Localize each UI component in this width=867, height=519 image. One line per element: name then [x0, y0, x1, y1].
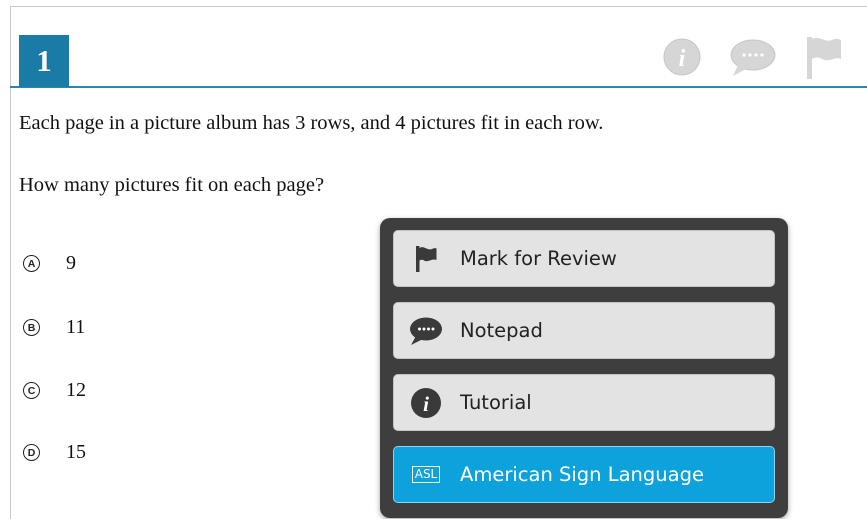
info-icon[interactable]: i	[662, 33, 702, 81]
asl-icon: ASL	[408, 457, 444, 493]
option-c-bubble[interactable]: C	[23, 382, 40, 399]
svg-text:i: i	[679, 46, 686, 72]
mark-for-review-label: Mark for Review	[460, 247, 617, 270]
question-number: 1	[19, 35, 69, 87]
notepad-label: Notepad	[460, 319, 543, 342]
american-sign-language-button[interactable]: ASL American Sign Language	[393, 446, 775, 503]
option-b-value: 11	[66, 316, 86, 338]
header-divider	[10, 86, 867, 88]
svg-text:i: i	[423, 392, 429, 416]
option-a-value: 9	[66, 252, 76, 274]
option-c-value: 12	[66, 379, 86, 401]
flag-icon[interactable]	[805, 33, 845, 81]
option-d-bubble[interactable]: D	[23, 444, 40, 461]
american-sign-language-label: American Sign Language	[460, 463, 704, 486]
context-menu: Mark for Review Notepad i Tutorial ASL A…	[380, 218, 788, 518]
comment-icon	[408, 313, 444, 349]
option-d[interactable]: D 15	[23, 441, 86, 464]
option-b[interactable]: B 11	[23, 316, 85, 339]
tutorial-label: Tutorial	[460, 391, 532, 414]
flag-icon	[408, 241, 444, 277]
option-a[interactable]: A 9	[23, 252, 76, 275]
question-text: Each page in a picture album has 3 rows,…	[19, 112, 604, 134]
option-a-bubble[interactable]: A	[23, 255, 40, 272]
comment-icon[interactable]	[728, 33, 778, 81]
question-prompt: How many pictures fit on each page?	[19, 174, 325, 196]
option-c[interactable]: C 12	[23, 379, 86, 402]
mark-for-review-button[interactable]: Mark for Review	[393, 230, 775, 287]
option-b-bubble[interactable]: B	[23, 319, 40, 336]
info-icon: i	[408, 385, 444, 421]
option-d-value: 15	[66, 441, 86, 463]
tutorial-button[interactable]: i Tutorial	[393, 374, 775, 431]
notepad-button[interactable]: Notepad	[393, 302, 775, 359]
